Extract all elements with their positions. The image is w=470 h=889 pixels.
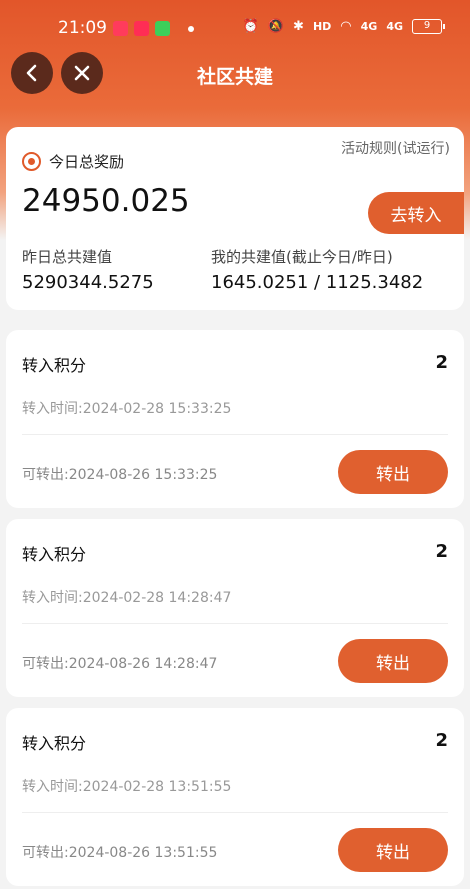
mute-icon: 🔕 <box>267 19 285 34</box>
more-notifications-icon <box>188 25 194 32</box>
page-title: 社区共建 <box>196 66 273 88</box>
status-app-icons <box>113 21 194 36</box>
status-time: 21:09 <box>58 18 107 38</box>
signal-1-icon: 4G <box>360 20 378 33</box>
signal-2-icon: 4G <box>386 20 403 33</box>
yesterday-total-value: 5290344.5275 <box>22 272 154 293</box>
my-value-value: 1645.0251 / 1125.3482 <box>211 272 424 293</box>
status-indicators: ⏰ 🔕 ✱ HD ◠ 4G 4G 9 <box>242 19 445 34</box>
summary-card: 今日总奖励 活动规则(试运行) 24950.025 去转入 昨日总共建值 529… <box>6 127 464 310</box>
record-amount: 2 <box>435 541 448 562</box>
battery-icon: 9 <box>412 19 445 34</box>
record-title: 转入积分 <box>22 545 87 564</box>
status-bar: 21:09 ⏰ 🔕 ✱ HD ◠ 4G 4G 9 <box>0 0 470 56</box>
today-reward-text: 今日总奖励 <box>49 153 125 171</box>
transfer-out-button[interactable]: 转出 <box>338 828 448 872</box>
list-item: 转入积分 2 转入时间:2024-02-28 15:33:25 可转出:2024… <box>6 330 464 508</box>
bluetooth-icon: ✱ <box>293 19 304 34</box>
list-item: 转入积分 2 转入时间:2024-02-28 14:28:47 可转出:2024… <box>6 519 464 697</box>
divider <box>22 623 448 624</box>
record-release-time: 可转出:2024-08-26 15:33:25 <box>22 467 218 483</box>
my-value-label: 我的共建值(截止今日/昨日) <box>211 248 393 266</box>
record-title: 转入积分 <box>22 356 87 375</box>
record-release-time: 可转出:2024-08-26 14:28:47 <box>22 656 218 672</box>
transfer-in-button[interactable]: 去转入 <box>368 192 464 234</box>
hd-label: HD <box>312 20 332 33</box>
transfer-out-button[interactable]: 转出 <box>338 639 448 683</box>
today-reward-label: 今日总奖励 <box>22 151 124 172</box>
wifi-icon: ◠ <box>340 19 352 34</box>
video-app-icon <box>134 21 149 36</box>
record-transfer-time: 转入时间:2024-02-28 15:33:25 <box>22 401 232 417</box>
record-transfer-time: 转入时间:2024-02-28 13:51:55 <box>22 779 232 795</box>
reward-icon <box>22 152 41 171</box>
record-title: 转入积分 <box>22 734 87 753</box>
divider <box>22 434 448 435</box>
rules-link[interactable]: 活动规则(试运行) <box>341 138 450 158</box>
app-notification-icon <box>113 21 128 36</box>
alarm-icon: ⏰ <box>242 19 259 34</box>
record-release-time: 可转出:2024-08-26 13:51:55 <box>22 845 218 861</box>
divider <box>22 812 448 813</box>
wechat-app-icon <box>155 21 170 36</box>
transfer-out-button[interactable]: 转出 <box>338 450 448 494</box>
today-reward-value: 24950.025 <box>22 183 190 219</box>
yesterday-total-label: 昨日总共建值 <box>22 248 113 266</box>
record-amount: 2 <box>435 730 448 751</box>
record-amount: 2 <box>435 352 448 373</box>
record-transfer-time: 转入时间:2024-02-28 14:28:47 <box>22 590 232 606</box>
list-item: 转入积分 2 转入时间:2024-02-28 13:51:55 可转出:2024… <box>6 708 464 886</box>
